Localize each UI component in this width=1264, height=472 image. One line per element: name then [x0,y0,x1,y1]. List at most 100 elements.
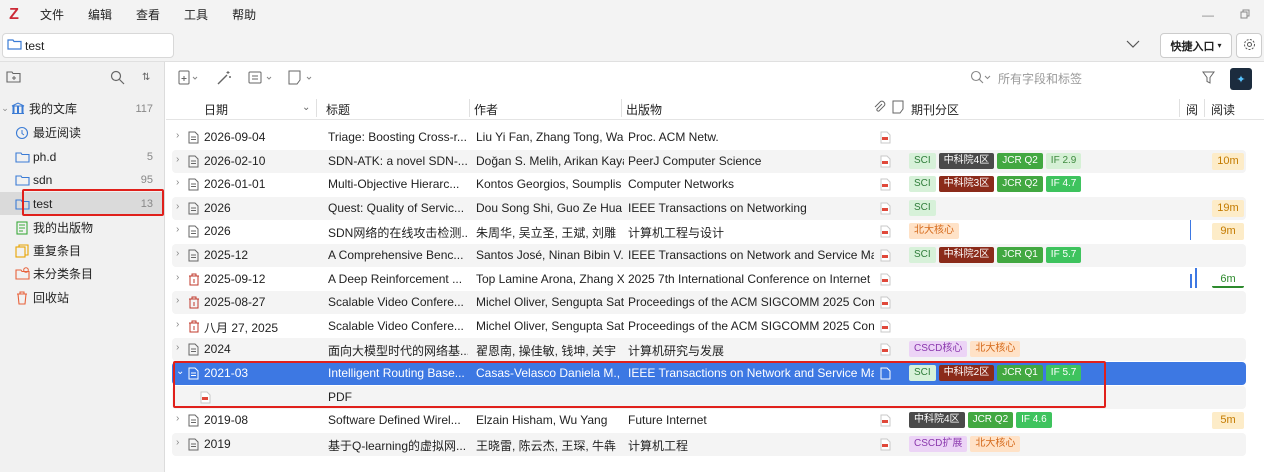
chevron-right-icon[interactable]: › [176,319,179,330]
pdf-attachment-icon[interactable] [880,178,891,194]
attachment-column-icon[interactable] [872,100,886,117]
pdf-attachment-icon[interactable] [880,202,891,218]
menu-view[interactable]: 查看 [124,0,172,30]
table-row[interactable]: › 2026-09-04 Triage: Boosting Cross-r... Li… [172,126,1246,149]
table-row[interactable]: › 2019 基于Q-learning的虚拟网... 王晓雷, 陈云杰, 王琛, 牛犇… [172,432,1246,456]
quick-entry-label: 快捷入口 [1170,40,1215,53]
table-row[interactable]: › 2026-02-10 SDN-ATK: a novel SDN-... Doğan… [172,149,1246,173]
pdf-attachment-icon[interactable] [880,131,891,147]
chevron-right-icon[interactable]: › [176,201,179,212]
table-row[interactable]: › 2026 SDN网络的在线攻击检测... 朱周华, 吴立圣, 王斌, 刘雕 计算机工… [172,220,1246,243]
search-mode-icon[interactable] [970,70,992,87]
column-author[interactable]: 作者 [474,101,498,118]
sidebar-item-my-publications[interactable]: 我的出版物 [0,216,165,239]
sidebar-item-duplicates[interactable]: 重复条目 [0,239,165,262]
cell-title: SDN-ATK: a novel SDN-... [328,153,468,168]
column-read-short[interactable]: 阅 [1186,101,1198,118]
column-date[interactable]: 日期 [204,101,228,118]
folder-icon [14,150,30,164]
table-row[interactable]: › 2025-08-27 Scalable Video Confere... Mich… [172,291,1246,315]
cell-author: Top Lamine Arona, Zhang Xi [476,271,624,286]
cell-author: 王晓雷, 陈云杰, 王琛, 牛犇 [476,438,617,453]
highlight-box [173,361,1106,408]
table-row[interactable]: › 八月 27, 2025 Scalable Video Confere... Mic… [172,315,1246,338]
cell-title: Software Defined Wirel... [328,413,461,428]
partition-badges: SCI [909,199,936,216]
chevron-right-icon[interactable]: › [176,177,179,188]
read-time-badge: 9m [1212,223,1244,241]
table-row[interactable]: › 2024 面向大模型时代的网络基... 翟恩南, 操佳敏, 钱坤, 关宇 计算机研究… [172,338,1246,362]
chevron-right-icon[interactable]: › [176,413,179,424]
column-publication[interactable]: 出版物 [626,101,662,118]
chevron-right-icon[interactable]: › [176,154,179,165]
chevron-right-icon[interactable]: › [176,130,179,141]
sidebar-item-sdn[interactable]: sdn 95 [0,168,165,191]
sort-icon[interactable]: ⇅ [142,72,150,83]
partition-badge: CSCD扩展 [909,435,968,452]
add-attachment-icon[interactable] [248,70,274,88]
chevron-right-icon[interactable]: › [176,224,179,235]
menu-file[interactable]: 文件 [28,0,76,30]
chevron-right-icon[interactable]: › [176,272,179,283]
chevron-down-icon[interactable]: ⌄ [0,103,10,114]
journal-article-icon [188,438,199,454]
sidebar-item-recent[interactable]: 最近阅读 [0,121,165,144]
pdf-attachment-icon[interactable] [880,438,891,454]
cell-publication: 计算机研究与发展 [628,344,725,359]
magic-wand-icon[interactable] [216,70,232,88]
pdf-attachment-icon[interactable] [880,296,891,312]
chevron-right-icon[interactable]: › [176,437,179,448]
table-row[interactable]: › 2019-08 Software Defined Wirel... Elzain … [172,409,1246,432]
search-icon[interactable] [110,70,125,88]
menu-tools[interactable]: 工具 [172,0,220,30]
journal-article-icon [188,202,199,218]
restore-icon[interactable] [1240,8,1250,22]
table-row[interactable]: › 2026 Quest: Quality of Servic... Dou Song… [172,196,1246,220]
journal-article-icon [188,131,199,147]
sidebar-item-my-library[interactable]: ⌄ 我的文库 117 [0,97,165,120]
cell-publication: 2025 7th International Conference on Int… [628,271,871,286]
table-row[interactable]: › 2025-09-12 A Deep Reinforcement ... Top L… [172,267,1246,291]
menu-edit[interactable]: 编辑 [76,0,124,30]
note-column-icon[interactable] [892,100,904,117]
sort-desc-icon[interactable]: ⌄ [302,102,310,113]
table-row[interactable]: › 2025-12 A Comprehensive Benc... Santos Jo… [172,244,1246,267]
quick-entry-button[interactable]: 快捷入口 ▾ [1160,33,1232,58]
pdf-attachment-icon[interactable] [880,155,891,171]
filter-icon[interactable] [1202,71,1215,87]
pdf-attachment-icon[interactable] [880,320,891,336]
column-title[interactable]: 标题 [326,101,350,118]
column-partition[interactable]: 期刊分区 [911,101,959,118]
sidebar-item-phd[interactable]: ph.d 5 [0,145,165,168]
chevron-right-icon[interactable]: › [176,295,179,306]
new-collection-icon[interactable] [6,70,22,87]
pdf-attachment-icon[interactable] [880,225,891,241]
table-row[interactable]: › 2026-01-01 Multi-Objective Hierarc... Kon… [172,173,1246,196]
new-note-icon[interactable] [288,70,314,88]
chevron-right-icon[interactable]: › [176,342,179,353]
cell-title: Multi-Objective Hierarc... [328,177,460,192]
menu-help[interactable]: 帮助 [220,0,268,30]
chevron-right-icon[interactable]: › [176,248,179,259]
tabs-dropdown-icon[interactable] [1126,38,1140,52]
sidebar-item-trash[interactable]: 回收站 [0,286,165,309]
sidebar-item-unfiled[interactable]: 未分类条目 [0,262,165,285]
settings-button[interactable] [1236,33,1262,58]
minimize-icon[interactable]: — [1202,8,1214,22]
tab-test[interactable]: test [2,33,174,58]
items-toolbar: 所有字段和标签 ✦ [166,62,1264,94]
cell-publication: 计算机工程 [628,438,689,453]
column-read[interactable]: 阅读 [1211,101,1235,118]
partition-badges: SCI 中科院4区 JCR Q2 IF 2.9 [909,152,1082,169]
search-box[interactable]: 所有字段和标签 [966,67,1236,89]
partition-badge: 中科院4区 [938,152,995,169]
pdf-attachment-icon[interactable] [880,249,891,265]
pdf-attachment-icon[interactable] [880,414,891,430]
new-item-icon[interactable] [178,70,200,88]
plugin-icon[interactable]: ✦ [1230,68,1252,90]
publications-icon [14,220,30,235]
partition-badge: IF 2.9 [1045,152,1082,169]
partition-badge: JCR Q1 [997,247,1043,263]
pdf-attachment-icon[interactable] [880,273,891,289]
pdf-attachment-icon[interactable] [880,343,891,359]
